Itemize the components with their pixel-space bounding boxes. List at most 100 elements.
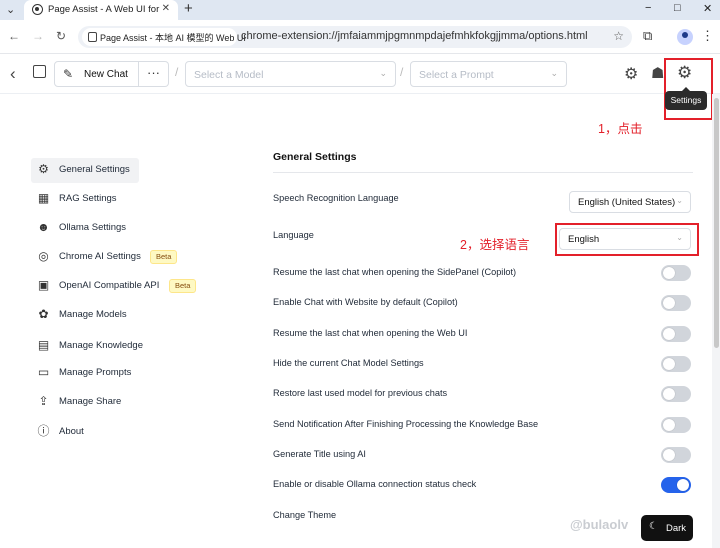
sidebar-item-ollama-settings[interactable]: ☻ Ollama Settings [31, 216, 201, 241]
chevron-down-icon: ⌄ [379, 68, 387, 78]
toggle-switch[interactable] [661, 295, 691, 311]
model-select-placeholder: Select a Model [194, 69, 264, 81]
sidebar-item-chrome-ai-settings[interactable]: ◎ Chrome AI Settings Beta [31, 245, 201, 270]
edit-icon: ✎ [63, 67, 74, 81]
sidebar-item-manage-share[interactable]: ⇪ Manage Share [31, 390, 201, 415]
rag-icon: ▦ [37, 191, 50, 205]
model-select[interactable]: Select a Model ⌄ [185, 61, 396, 87]
brain-icon: ✿ [38, 307, 49, 321]
separator: / [175, 65, 179, 79]
moon-icon: ☾ [649, 521, 658, 532]
chip-icon: ▣ [37, 278, 50, 292]
language-label: Language [273, 230, 314, 240]
toggle-switch[interactable] [661, 447, 691, 463]
sidebar-item-label: Manage Share [59, 396, 122, 407]
new-tab-button[interactable]: + [184, 1, 193, 17]
sidebar-item-manage-prompts[interactable]: ▭ Manage Prompts [31, 361, 201, 386]
ollama-status-icon[interactable]: ⚙ [624, 64, 638, 84]
sidebar-item-manage-models[interactable]: ✿ Manage Models [31, 303, 201, 328]
toggle-label: Resume the last chat when opening the Si… [273, 267, 517, 277]
sidebar-item-label: General Settings [59, 164, 130, 175]
prompt-select-placeholder: Select a Prompt [419, 69, 494, 81]
tab-search-icon[interactable]: ⌄ [6, 3, 15, 16]
omnibox[interactable]: Page Assist - 本地 AI 模型的 Web UI chrome-ex… [78, 26, 632, 48]
reload-icon[interactable]: ↻ [56, 29, 66, 43]
profile-avatar[interactable] [677, 29, 693, 45]
speech-language-label: Speech Recognition Language [273, 193, 399, 203]
site-chip-label: Page Assist - 本地 AI 模型的 Web UI [100, 33, 246, 43]
close-window-button[interactable]: ✕ [703, 2, 712, 15]
chevron-down-icon: ⌄ [550, 68, 558, 78]
bookmark-star-icon[interactable]: ☆ [613, 29, 624, 43]
sidebar-item-label: RAG Settings [59, 193, 117, 204]
site-chip[interactable]: Page Assist - 本地 AI 模型的 Web UI [82, 28, 246, 46]
page-assist-favicon-icon [32, 4, 43, 15]
toggle-label: Send Notification After Finishing Proces… [273, 419, 539, 429]
close-tab-icon[interactable]: ✕ [162, 3, 170, 14]
sidebar-item-label: OpenAI Compatible API [59, 280, 160, 291]
app-header: ‹ ✎ New Chat ··· / Select a Model ⌄ / Se… [0, 54, 720, 94]
beta-badge: Beta [150, 250, 178, 264]
dark-theme-label: Dark [666, 523, 687, 534]
sidebar-item-openai-compatible-api[interactable]: ▣ OpenAI Compatible API Beta [31, 274, 201, 299]
new-chat-button[interactable]: ✎ New Chat [54, 61, 139, 87]
gear-icon: ⚙ [38, 162, 49, 176]
sidebar-toggle-icon[interactable] [33, 65, 46, 78]
book-icon: ▭ [37, 365, 50, 379]
sidebar-item-label: Ollama Settings [59, 222, 127, 233]
sidebar-item-about[interactable]: ⓘ About [31, 420, 201, 445]
blocks-icon: ▤ [37, 338, 50, 352]
toggle-label: Enable Chat with Website by default (Cop… [273, 297, 458, 307]
info-icon: ⓘ [37, 424, 50, 438]
extensions-puzzle-icon[interactable]: ⧉ [643, 28, 652, 44]
annotation-step-1: 1，点击 [598, 122, 643, 136]
page-title: General Settings [273, 151, 357, 163]
speech-language-select[interactable]: English (United States) ⌄ [569, 191, 691, 213]
toggle-switch[interactable] [661, 265, 691, 281]
divider [273, 172, 693, 173]
toggle-switch[interactable] [661, 356, 691, 372]
toggle-switch[interactable] [661, 477, 691, 493]
toggle-switch[interactable] [661, 326, 691, 342]
beta-badge: Beta [169, 279, 197, 293]
sidebar-item-label: About [59, 426, 84, 437]
sidebar-item-general-settings[interactable]: ⚙ General Settings [31, 158, 139, 183]
sidebar-item-manage-knowledge[interactable]: ▤ Manage Knowledge [31, 334, 201, 359]
dark-theme-button[interactable]: ☾ Dark [641, 515, 693, 541]
toggle-label: Hide the current Chat Model Settings [273, 358, 424, 368]
toggle-label: Generate Title using AI [273, 449, 366, 459]
more-options-button[interactable]: ··· [139, 61, 169, 87]
annotation-step-2: 2，选择语言 [460, 238, 530, 252]
toggle-label: Enable or disable Ollama connection stat… [273, 479, 477, 489]
change-theme-label: Change Theme [273, 510, 337, 520]
ollama-icon: ☻ [37, 220, 50, 234]
share-icon: ⇪ [38, 394, 49, 408]
forward-arrow-icon[interactable]: → [32, 29, 44, 43]
sidebar-item-label: Chrome AI Settings [59, 251, 141, 262]
url-text[interactable]: chrome-extension://jmfaiammjpgmnmpdajefm… [241, 30, 588, 42]
prompt-select[interactable]: Select a Prompt ⌄ [410, 61, 567, 87]
minimize-button[interactable]: − [645, 2, 651, 14]
annotation-highlight-language [555, 223, 699, 256]
toggle-switch[interactable] [661, 417, 691, 433]
sidebar-item-label: Manage Models [59, 309, 127, 320]
back-arrow-icon[interactable]: ← [8, 29, 20, 43]
address-bar-row: ← → ↻ Page Assist - 本地 AI 模型的 Web UI chr… [0, 20, 720, 54]
browser-tab[interactable]: Page Assist - A Web UI for Lo ✕ [24, 0, 178, 20]
separator: / [400, 65, 404, 79]
scrollbar-thumb[interactable] [714, 98, 719, 348]
sidebar-item-rag-settings[interactable]: ▦ RAG Settings [31, 187, 201, 212]
browser-tab-strip: ⌄ Page Assist - A Web UI for Lo ✕ + − □ … [0, 0, 720, 20]
speech-language-value: English (United States) [578, 197, 676, 208]
toggle-label: Resume the last chat when opening the We… [273, 328, 468, 338]
extension-icon [88, 32, 97, 42]
settings-tooltip: Settings [665, 87, 707, 110]
sidebar-item-label: Manage Knowledge [59, 340, 143, 351]
tab-title: Page Assist - A Web UI for Lo [48, 4, 160, 15]
new-chat-label: New Chat [84, 69, 128, 80]
collapse-chevron-icon[interactable]: ‹ [10, 64, 16, 84]
maximize-button[interactable]: □ [674, 2, 681, 14]
github-icon[interactable]: ☗ [651, 64, 664, 82]
browser-menu-icon[interactable]: ⋮ [701, 28, 714, 44]
toggle-switch[interactable] [661, 386, 691, 402]
